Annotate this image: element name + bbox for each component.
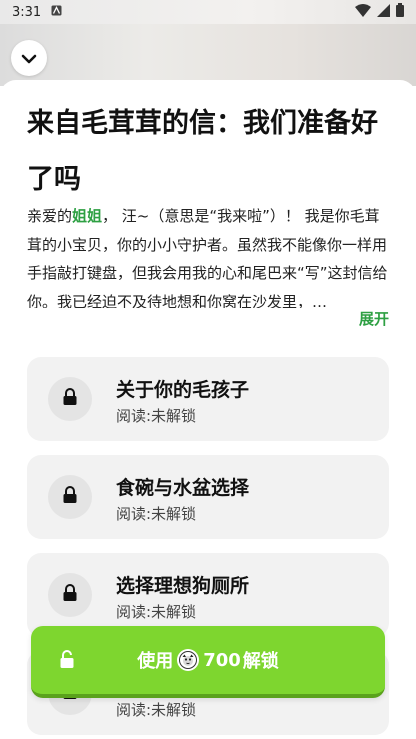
- unlock-button[interactable]: 使用 700 解锁: [31, 626, 385, 698]
- lock-icon-badge: [48, 573, 92, 617]
- wifi-icon: [355, 3, 371, 21]
- chapter-title: 选择理想狗厕所: [116, 575, 250, 597]
- status-time: 3:31: [12, 4, 42, 20]
- lock-icon: [62, 486, 78, 508]
- chevron-down-icon: [21, 49, 37, 68]
- signal-icon: [377, 3, 390, 21]
- chapter-card[interactable]: 选择理想狗厕所 阅读:未解锁: [27, 553, 389, 637]
- lock-icon: [62, 584, 78, 606]
- expand-link[interactable]: 展开: [359, 308, 389, 329]
- battery-icon: [396, 3, 404, 21]
- chapter-status: 阅读:未解锁: [116, 701, 197, 719]
- notification-icon: [51, 5, 62, 20]
- chapter-card[interactable]: 关于你的毛孩子 阅读:未解锁: [27, 357, 389, 441]
- chapter-card[interactable]: 食碗与水盆选择 阅读:未解锁: [27, 455, 389, 539]
- lock-icon-badge: [48, 377, 92, 421]
- lock-icon: [59, 650, 75, 673]
- intro-highlight: 姐姐: [72, 207, 103, 225]
- chapter-title: 食碗与水盆选择: [116, 477, 250, 499]
- lock-icon: [62, 388, 78, 410]
- chapter-status: 阅读:未解锁: [116, 407, 197, 425]
- coin-icon: [177, 649, 200, 671]
- chapter-title: 关于你的毛孩子: [116, 379, 250, 401]
- unlock-label: 使用 700 解锁: [137, 649, 279, 672]
- letter-intro: 亲爱的姐姐， 汪~（意思是“我来啦”）！ 我是你毛茸茸的小宝贝，你的小小守护者。…: [27, 207, 388, 308]
- status-bar: 3:31: [0, 0, 416, 24]
- letter-title: 来自毛茸茸的信：我们准备好了吗: [27, 108, 378, 195]
- collapse-button[interactable]: [11, 40, 47, 76]
- chapter-status: 阅读:未解锁: [116, 603, 197, 621]
- chapter-status: 阅读:未解锁: [116, 505, 197, 523]
- lock-icon-badge: [48, 475, 92, 519]
- header-image: [0, 24, 416, 86]
